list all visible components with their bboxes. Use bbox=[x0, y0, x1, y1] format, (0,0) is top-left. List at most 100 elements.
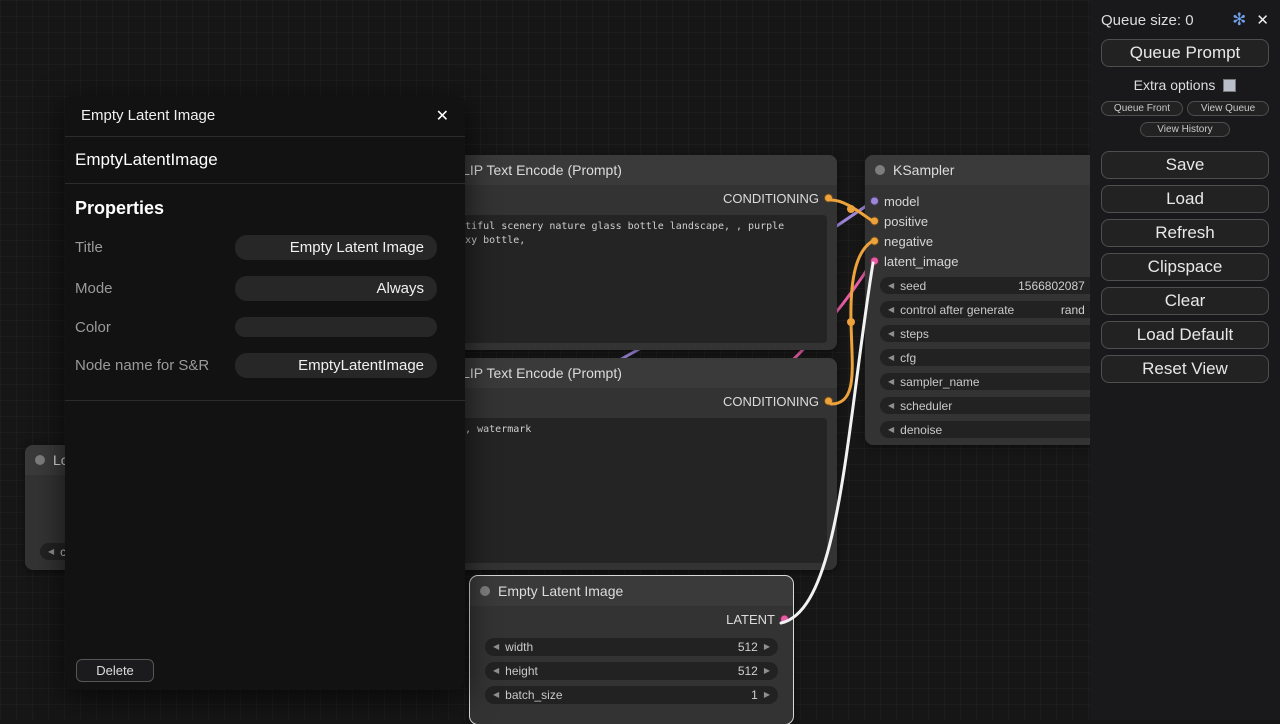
node-title: KSampler bbox=[893, 162, 954, 178]
widget-name: control after generate bbox=[900, 303, 1014, 317]
field-mode: Mode Always bbox=[75, 276, 437, 301]
field-title: Title Empty Latent Image bbox=[75, 235, 437, 260]
widget-denoise[interactable]: ◀ denoise ▶ bbox=[880, 421, 1105, 438]
field-label: Title bbox=[75, 239, 235, 256]
decrement-arrow-icon[interactable]: ◀ bbox=[888, 330, 894, 338]
decrement-arrow-icon[interactable]: ◀ bbox=[888, 354, 894, 362]
widget-name: denoise bbox=[900, 423, 942, 437]
widget-name: sampler_name bbox=[900, 375, 979, 389]
decrement-arrow-icon[interactable]: ◀ bbox=[888, 402, 894, 410]
widget-name: scheduler bbox=[900, 399, 952, 413]
output-label: CONDITIONING bbox=[723, 191, 819, 206]
increment-arrow-icon[interactable]: ▶ bbox=[764, 643, 770, 651]
reset-view-button[interactable]: Reset View bbox=[1101, 355, 1269, 383]
dialog-title: Empty Latent Image bbox=[81, 107, 215, 124]
menu-header: Queue size: 0 ✻ ✕ bbox=[1101, 10, 1269, 30]
mode-select[interactable]: Always bbox=[235, 276, 437, 301]
menu-actions: Save Load Refresh Clipspace Clear Load D… bbox=[1101, 151, 1269, 383]
prompt-textarea[interactable]: beautiful scenery nature glass bottle la… bbox=[434, 215, 827, 343]
extra-options-checkbox[interactable] bbox=[1223, 79, 1236, 92]
node-empty-latent-image[interactable]: Empty Latent Image LATENT ◀ width 512 ▶ … bbox=[470, 576, 793, 724]
negative-input-port[interactable] bbox=[870, 237, 879, 246]
widget-batch-size[interactable]: ◀ batch_size 1 ▶ bbox=[485, 686, 778, 704]
widget-width[interactable]: ◀ width 512 ▶ bbox=[485, 638, 778, 656]
title-input[interactable]: Empty Latent Image bbox=[235, 235, 437, 260]
wire-midpoint-dot bbox=[847, 205, 855, 213]
widget-scheduler[interactable]: ◀ scheduler ▶ bbox=[880, 397, 1105, 414]
widget-cfg[interactable]: ◀ cfg ▶ bbox=[880, 349, 1105, 366]
widget-value: 512 bbox=[738, 664, 758, 678]
clipspace-button[interactable]: Clipspace bbox=[1101, 253, 1269, 281]
view-queue-button[interactable]: View Queue bbox=[1187, 101, 1269, 116]
field-label: Color bbox=[75, 319, 235, 336]
load-button[interactable]: Load bbox=[1101, 185, 1269, 213]
decrement-arrow-icon[interactable]: ◀ bbox=[493, 667, 499, 675]
decrement-arrow-icon[interactable]: ◀ bbox=[888, 378, 894, 386]
model-input-port[interactable] bbox=[870, 197, 879, 206]
prompt-textarea[interactable]: text, watermark bbox=[434, 418, 827, 563]
queue-size-label: Queue size: 0 bbox=[1101, 12, 1222, 29]
input-label: latent_image bbox=[884, 254, 958, 269]
positive-input-port[interactable] bbox=[870, 217, 879, 226]
save-button[interactable]: Save bbox=[1101, 151, 1269, 179]
node-titlebar[interactable]: KSampler bbox=[865, 155, 1120, 185]
node-clip-text-encode-negative[interactable]: CLIP Text Encode (Prompt) CONDITIONING t… bbox=[424, 358, 837, 570]
decrement-arrow-icon[interactable]: ◀ bbox=[48, 548, 54, 556]
queue-front-button[interactable]: Queue Front bbox=[1101, 101, 1183, 116]
conditioning-output-port[interactable] bbox=[824, 194, 833, 203]
node-titlebar[interactable]: CLIP Text Encode (Prompt) bbox=[424, 155, 837, 185]
collapse-dot-icon[interactable] bbox=[35, 455, 45, 465]
input-label: negative bbox=[884, 234, 933, 249]
widget-name: width bbox=[505, 640, 533, 654]
node-ksampler[interactable]: KSampler model positive negative latent_… bbox=[865, 155, 1120, 445]
view-history-button[interactable]: View History bbox=[1140, 122, 1230, 137]
node-titlebar[interactable]: CLIP Text Encode (Prompt) bbox=[424, 358, 837, 388]
output-label: LATENT bbox=[726, 612, 775, 627]
node-title: CLIP Text Encode (Prompt) bbox=[452, 162, 622, 178]
node-title: CLIP Text Encode (Prompt) bbox=[452, 365, 622, 381]
snr-name-input[interactable]: EmptyLatentImage bbox=[235, 353, 437, 378]
collapse-dot-icon[interactable] bbox=[480, 586, 490, 596]
node-titlebar[interactable]: Empty Latent Image bbox=[470, 576, 793, 606]
extra-options-row: Extra options bbox=[1101, 77, 1269, 93]
decrement-arrow-icon[interactable]: ◀ bbox=[888, 306, 894, 314]
increment-arrow-icon[interactable]: ▶ bbox=[764, 691, 770, 699]
widget-name: seed bbox=[900, 279, 926, 293]
widget-seed[interactable]: ◀ seed 1566802087 ▶ bbox=[880, 277, 1105, 294]
output-label: CONDITIONING bbox=[723, 394, 819, 409]
decrement-arrow-icon[interactable]: ◀ bbox=[888, 282, 894, 290]
node-clip-text-encode-positive[interactable]: CLIP Text Encode (Prompt) CONDITIONING b… bbox=[424, 155, 837, 350]
queue-prompt-button[interactable]: Queue Prompt bbox=[1101, 39, 1269, 67]
decrement-arrow-icon[interactable]: ◀ bbox=[493, 643, 499, 651]
close-icon[interactable]: ✕ bbox=[436, 106, 449, 126]
clear-button[interactable]: Clear bbox=[1101, 287, 1269, 315]
widget-sampler-name[interactable]: ◀ sampler_name ▶ bbox=[880, 373, 1105, 390]
field-label: Mode bbox=[75, 280, 235, 297]
load-default-button[interactable]: Load Default bbox=[1101, 321, 1269, 349]
delete-button[interactable]: Delete bbox=[76, 659, 154, 682]
settings-gear-icon[interactable]: ✻ bbox=[1232, 10, 1246, 30]
conditioning-output-port[interactable] bbox=[824, 397, 833, 406]
output-row-latent: LATENT bbox=[470, 606, 793, 632]
close-icon[interactable]: ✕ bbox=[1256, 11, 1269, 29]
widget-value: 1566802087 bbox=[1018, 279, 1085, 293]
refresh-button[interactable]: Refresh bbox=[1101, 219, 1269, 247]
latent-output-port[interactable] bbox=[780, 615, 789, 624]
widget-steps[interactable]: ◀ steps ▶ bbox=[880, 325, 1105, 342]
extra-options-label: Extra options bbox=[1134, 77, 1216, 93]
color-input[interactable] bbox=[235, 317, 437, 337]
increment-arrow-icon[interactable]: ▶ bbox=[764, 667, 770, 675]
output-row-conditioning: CONDITIONING bbox=[424, 388, 837, 414]
widget-control-after-generate[interactable]: ◀ control after generate rand ▶ bbox=[880, 301, 1105, 318]
node-type-label: EmptyLatentImage bbox=[65, 137, 465, 184]
decrement-arrow-icon[interactable]: ◀ bbox=[888, 426, 894, 434]
decrement-arrow-icon[interactable]: ◀ bbox=[493, 691, 499, 699]
widget-name: batch_size bbox=[505, 688, 562, 702]
collapse-dot-icon[interactable] bbox=[875, 165, 885, 175]
dialog-titlebar[interactable]: Empty Latent Image ✕ bbox=[65, 95, 465, 137]
input-row-model: model bbox=[865, 191, 1120, 211]
widget-value: 1 bbox=[751, 688, 758, 702]
properties-heading: Properties bbox=[65, 184, 465, 235]
widget-height[interactable]: ◀ height 512 ▶ bbox=[485, 662, 778, 680]
latent-image-input-port[interactable] bbox=[870, 257, 879, 266]
